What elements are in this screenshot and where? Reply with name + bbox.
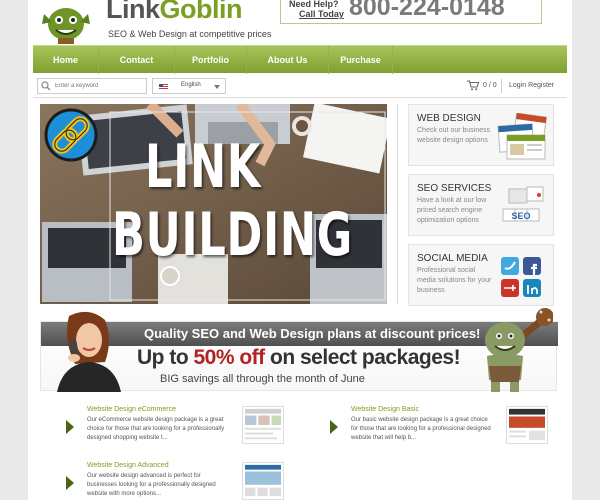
package-desc: Our basic website design package is a gr… bbox=[351, 417, 491, 441]
package-basic[interactable]: Website Design Basic Our basic website d… bbox=[316, 406, 554, 460]
us-flag-icon bbox=[159, 84, 168, 90]
package-advanced[interactable]: Website Design Advanced Our website desi… bbox=[52, 462, 290, 500]
package-title[interactable]: Website Design eCommerce bbox=[87, 406, 176, 413]
service-title: WEB DESIGN bbox=[417, 113, 481, 124]
banner-offer-suffix: on select packages! bbox=[264, 346, 461, 369]
play-arrow-icon bbox=[66, 476, 74, 490]
site-logo[interactable]: LinkGoblin bbox=[106, 0, 243, 25]
search-icon[interactable] bbox=[41, 81, 51, 91]
banner-headline: Quality SEO and Web Design plans at disc… bbox=[144, 326, 481, 341]
hero-image[interactable]: LINK BUILDING bbox=[40, 104, 387, 304]
cart-count[interactable]: 0 / 0 bbox=[483, 82, 497, 89]
facebook-icon[interactable] bbox=[523, 257, 541, 275]
hero-title-line1: LINK bbox=[145, 132, 262, 202]
play-arrow-icon bbox=[330, 420, 338, 434]
language-select[interactable]: English bbox=[152, 78, 226, 94]
package-ecommerce[interactable]: Website Design eCommerce Our eCommerce w… bbox=[52, 406, 290, 460]
header-divider bbox=[33, 97, 567, 98]
package-thumbnail[interactable] bbox=[242, 462, 284, 500]
package-thumbnail[interactable] bbox=[506, 406, 548, 444]
need-help-label: Need Help? bbox=[289, 0, 339, 9]
promo-banner[interactable]: Quality SEO and Web Design plans at disc… bbox=[40, 308, 558, 392]
chevron-down-icon bbox=[214, 85, 220, 89]
package-desc: Our website design advanced is perfect f… bbox=[87, 473, 216, 497]
service-seo[interactable]: SEO SERVICES Have a look at our low pric… bbox=[408, 174, 554, 236]
service-title: SEO SERVICES bbox=[417, 183, 492, 194]
nav-home[interactable]: Home bbox=[33, 46, 99, 74]
logo-text-goblin: Goblin bbox=[159, 0, 243, 24]
service-social-media[interactable]: SOCIAL MEDIA Professional social media s… bbox=[408, 244, 554, 306]
search-input[interactable] bbox=[55, 79, 145, 93]
seo-tag-text: SEO bbox=[511, 211, 530, 221]
chain-link-icon bbox=[44, 108, 98, 162]
twitter-icon[interactable] bbox=[501, 257, 519, 275]
phone-number[interactable]: 800-224-0148 bbox=[349, 0, 505, 22]
nav-purchase[interactable]: Purchase bbox=[329, 46, 393, 74]
goblin-club-mascot-icon bbox=[485, 308, 553, 392]
banner-offer-percent: 50% off bbox=[193, 346, 265, 369]
site-tagline: SEO & Web Design at competitive prices bbox=[108, 29, 272, 39]
website-screenshots-icon bbox=[497, 113, 548, 160]
utility-divider bbox=[501, 79, 502, 93]
nav-contact[interactable]: Contact bbox=[99, 46, 175, 74]
banner-subtext: BIG savings all through the month of Jun… bbox=[160, 373, 365, 385]
service-text: Have a look at our low priced search eng… bbox=[417, 197, 487, 224]
cart-icon[interactable] bbox=[467, 80, 479, 91]
utility-bar: English 0 / 0 Login Register bbox=[33, 76, 567, 96]
page: LinkGoblin SEO & Web Design at competiti… bbox=[28, 0, 572, 500]
logo-text-link: Link bbox=[106, 0, 160, 24]
main-nav: Home Contact Portfolio About Us Purchase bbox=[33, 45, 567, 74]
support-woman-image bbox=[57, 311, 121, 392]
call-today-link[interactable]: Call Today bbox=[299, 9, 344, 19]
language-label: English bbox=[181, 82, 201, 88]
play-arrow-icon bbox=[66, 420, 74, 434]
phone-box: Need Help? Call Today 800-224-0148 bbox=[280, 0, 542, 24]
banner-offer: Up to 50% off on select packages! bbox=[137, 346, 461, 370]
service-web-design[interactable]: WEB DESIGN Check out our business websit… bbox=[408, 104, 554, 166]
goblin-logo-icon[interactable] bbox=[38, 0, 94, 44]
search-box bbox=[37, 78, 147, 94]
seo-blocks-icon: SEO bbox=[502, 186, 544, 222]
package-title[interactable]: Website Design Advanced bbox=[87, 462, 169, 469]
package-title[interactable]: Website Design Basic bbox=[351, 406, 419, 413]
banner-offer-prefix: Up to bbox=[137, 346, 194, 369]
hero-title-line2: BUILDING bbox=[112, 200, 353, 270]
package-thumbnail[interactable] bbox=[242, 406, 284, 444]
nav-portfolio[interactable]: Portfolio bbox=[175, 46, 247, 74]
service-title: SOCIAL MEDIA bbox=[417, 253, 488, 264]
hero-divider bbox=[397, 104, 398, 304]
login-register-link[interactable]: Login Register bbox=[509, 82, 554, 89]
site-header: LinkGoblin SEO & Web Design at competiti… bbox=[28, 0, 572, 44]
package-desc: Our eCommerce website design package is … bbox=[87, 417, 225, 441]
social-icons-group bbox=[501, 257, 541, 297]
service-text: Check out our business website design op… bbox=[417, 127, 491, 144]
service-text: Professional social media solutions for … bbox=[417, 267, 492, 294]
nav-about-us[interactable]: About Us bbox=[247, 46, 329, 74]
